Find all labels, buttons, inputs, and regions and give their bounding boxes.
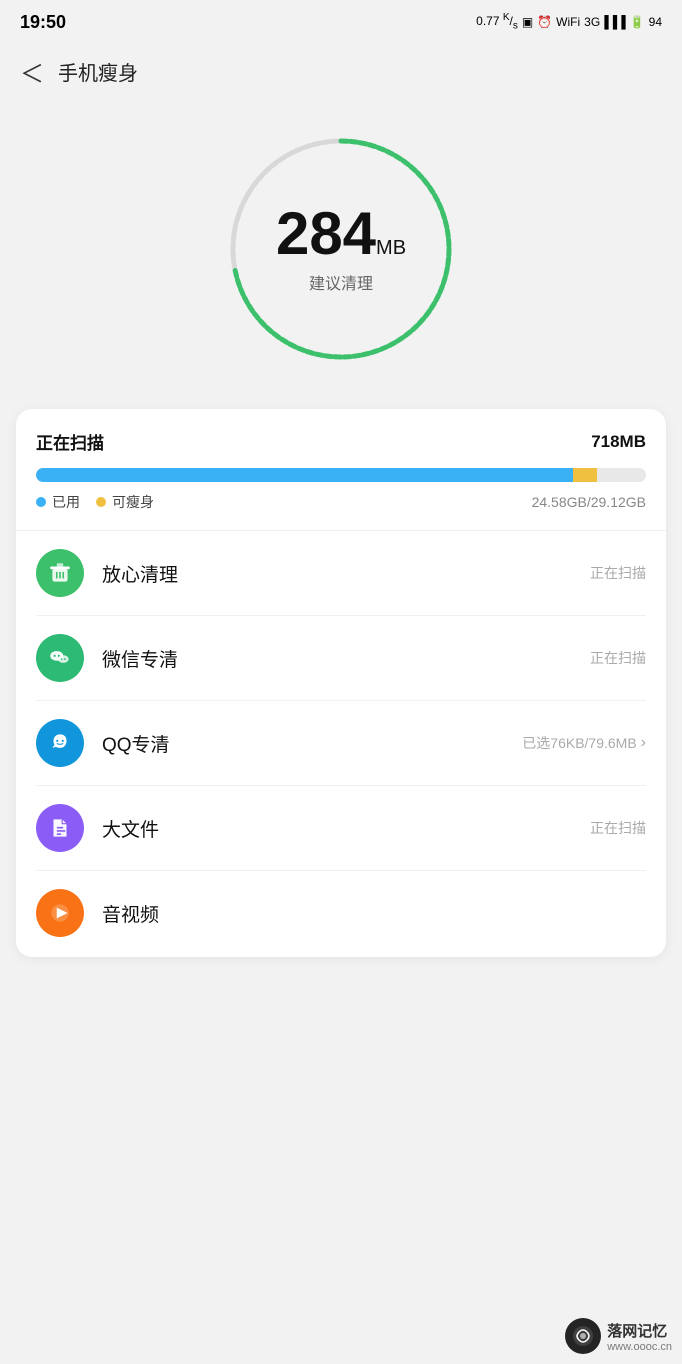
watermark-text-container: 落网记忆 www.oooc.cn xyxy=(607,1320,672,1353)
icon-wechat xyxy=(36,634,84,682)
file-icon xyxy=(47,815,73,841)
network-speed: 0.77 K/s xyxy=(476,12,518,31)
trash-icon xyxy=(47,560,73,586)
item-name-large-file: 大文件 xyxy=(102,815,590,842)
wifi-icon: WiFi xyxy=(556,15,580,29)
dot-yellow xyxy=(96,497,106,507)
watermark: 落网记忆 www.oooc.cn xyxy=(565,1318,672,1354)
progress-legend: 已用 可瘦身 24.58GB/29.12GB xyxy=(36,492,646,512)
progress-bar xyxy=(36,468,646,482)
gauge-label: 建议清理 xyxy=(276,270,406,294)
list-item-large-file[interactable]: 大文件 正在扫描 xyxy=(36,786,646,871)
gauge-value: 284MB xyxy=(276,204,406,264)
wechat-icon xyxy=(47,645,73,671)
list-item-media[interactable]: 音视频 xyxy=(36,871,646,957)
icon-media xyxy=(36,889,84,937)
watermark-logo xyxy=(565,1318,601,1354)
scan-title: 正在扫描 xyxy=(36,429,104,454)
item-status-qq: 已选76KB/79.6MB xyxy=(522,733,636,753)
storage-info: 24.58GB/29.12GB xyxy=(532,494,646,510)
progress-yellow xyxy=(573,468,597,482)
gauge-wrapper: 284MB 建议清理 xyxy=(221,129,461,369)
list-item-safe-clean[interactable]: 放心清理 正在扫描 xyxy=(36,531,646,616)
qq-icon xyxy=(47,730,73,756)
battery-icon: 🔋 xyxy=(630,15,645,29)
legend-slim: 可瘦身 xyxy=(96,492,154,512)
alarm-icon: ⏰ xyxy=(537,15,552,29)
gauge-section: 284MB 建议清理 xyxy=(0,99,682,409)
qq-status-area: 已选76KB/79.6MB › xyxy=(522,733,646,753)
watermark-icon xyxy=(571,1324,595,1348)
item-name-media: 音视频 xyxy=(102,900,646,927)
scan-size: 718MB xyxy=(591,432,646,452)
icon-large-file xyxy=(36,804,84,852)
item-status-wechat: 正在扫描 xyxy=(590,648,646,668)
watermark-url: www.oooc.cn xyxy=(607,1341,672,1353)
list-item-wechat[interactable]: 微信专清 正在扫描 xyxy=(36,616,646,701)
item-name-safe-clean: 放心清理 xyxy=(102,560,590,587)
scan-card: 正在扫描 718MB 已用 可瘦身 24.58GB/29.12GB xyxy=(16,409,666,957)
phone-icon: ▣ xyxy=(522,15,533,29)
gauge-center: 284MB 建议清理 xyxy=(276,204,406,294)
list-container: 放心清理 正在扫描 微信专清 正在扫描 xyxy=(36,531,646,957)
battery-level: 94 xyxy=(649,15,662,29)
legend-used: 已用 xyxy=(36,492,80,512)
item-status-safe-clean: 正在扫描 xyxy=(590,563,646,583)
back-button[interactable]: ＜ xyxy=(20,54,44,89)
chevron-right-icon: › xyxy=(641,734,646,752)
item-status-large-file: 正在扫描 xyxy=(590,818,646,838)
page-header: ＜ 手机瘦身 xyxy=(0,44,682,99)
status-time: 19:50 xyxy=(20,12,66,33)
page-title: 手机瘦身 xyxy=(58,57,138,86)
dot-blue xyxy=(36,497,46,507)
icon-qq xyxy=(36,719,84,767)
item-name-wechat: 微信专清 xyxy=(102,645,590,672)
item-name-qq: QQ专清 xyxy=(102,730,522,757)
signal-icon: 3G▐▐▐ xyxy=(584,15,626,29)
watermark-site: 落网记忆 xyxy=(607,1320,672,1341)
play-icon xyxy=(47,900,73,926)
scan-header: 正在扫描 718MB xyxy=(36,429,646,454)
list-item-qq[interactable]: QQ专清 已选76KB/79.6MB › xyxy=(36,701,646,786)
icon-safe-clean xyxy=(36,549,84,597)
status-icons: 0.77 K/s ▣ ⏰ WiFi 3G▐▐▐ 🔋 94 xyxy=(476,12,662,31)
progress-blue xyxy=(36,468,573,482)
status-bar: 19:50 0.77 K/s ▣ ⏰ WiFi 3G▐▐▐ 🔋 94 xyxy=(0,0,682,44)
